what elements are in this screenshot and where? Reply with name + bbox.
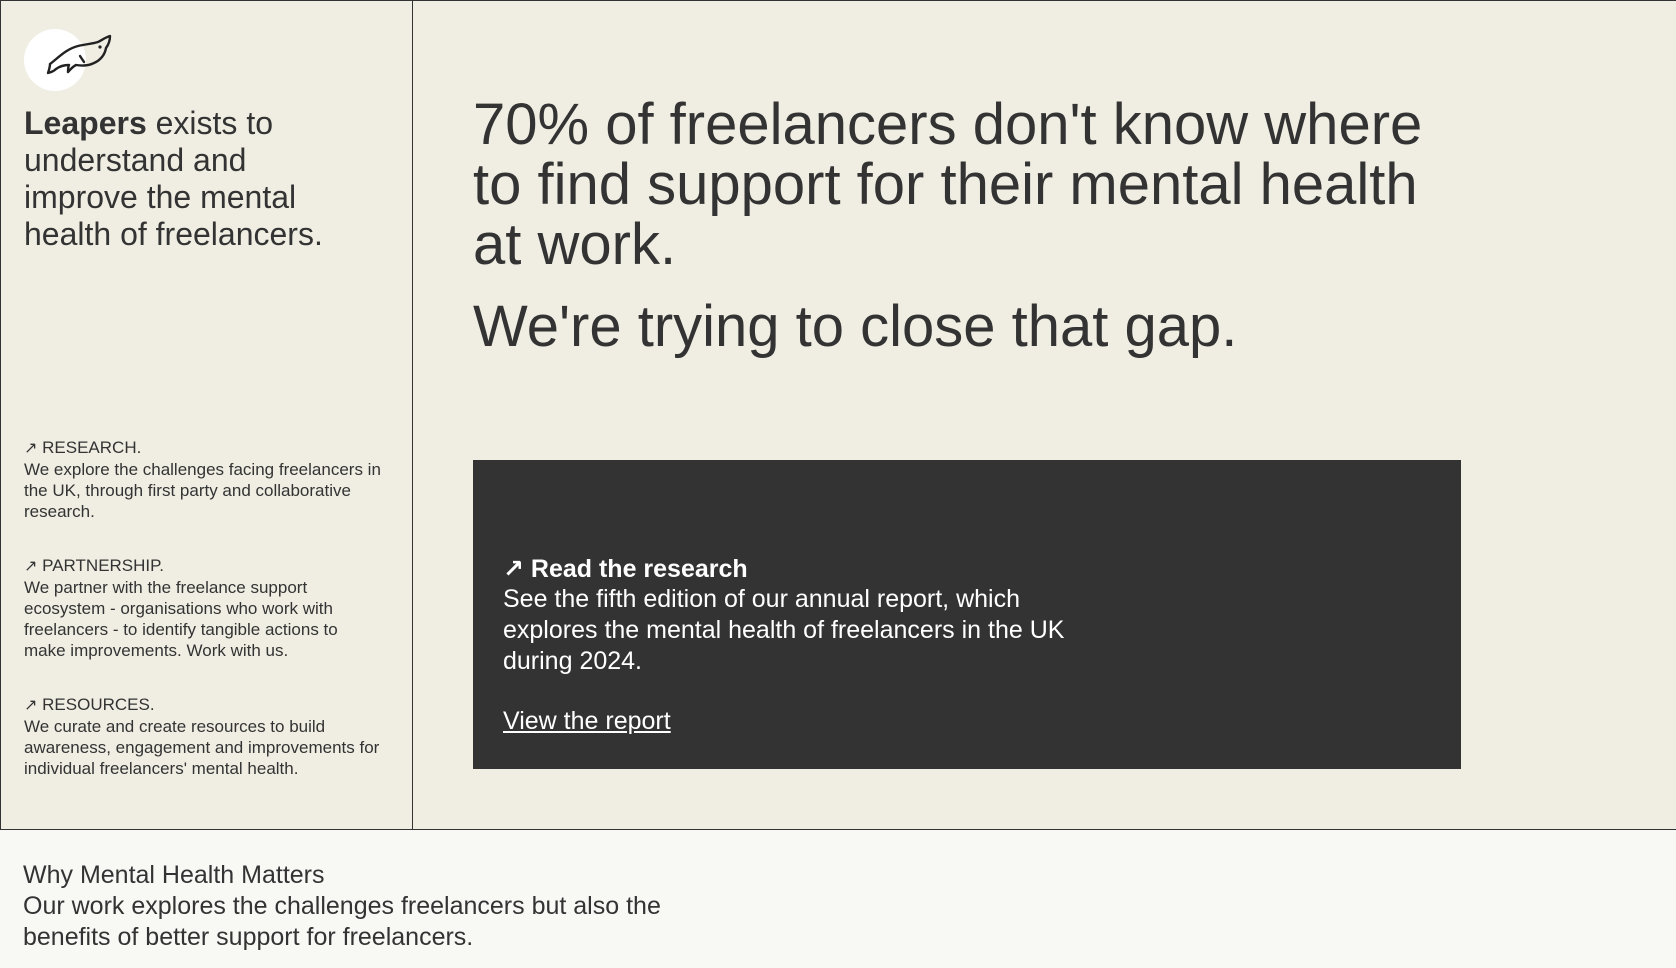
pillar-research: ↗ RESEARCH. We explore the challenges fa…	[24, 437, 384, 522]
arrow-up-right-icon: ↗	[24, 440, 38, 457]
mission-statement: Leapers exists to understand and improve…	[24, 105, 354, 253]
pillars-list: ↗ RESEARCH. We explore the challenges fa…	[24, 437, 384, 812]
pillar-resources: ↗ RESOURCES. We curate and create resour…	[24, 694, 384, 779]
pillar-resources-link[interactable]: ↗ RESOURCES.	[24, 694, 384, 716]
view-report-link[interactable]: View the report	[503, 706, 671, 736]
pillar-research-link[interactable]: ↗ RESEARCH.	[24, 437, 384, 459]
section-title: Why Mental Health Matters	[23, 861, 325, 889]
hero-region: Leapers exists to understand and improve…	[0, 0, 1676, 829]
card-description: See the fifth edition of our annual repo…	[503, 585, 1065, 675]
arrow-up-right-icon: ↗	[24, 558, 38, 575]
logo[interactable]	[24, 29, 112, 91]
pillar-title: RESEARCH.	[42, 438, 142, 457]
pillar-title: RESOURCES.	[42, 695, 155, 714]
pillar-text: We partner with the freelance support ec…	[24, 578, 338, 660]
section-text: Our work explores the challenges freelan…	[23, 892, 661, 951]
card-title[interactable]: ↗ Read the research	[503, 554, 748, 584]
page: Leapers exists to understand and improve…	[0, 0, 1676, 968]
pillar-partnership: ↗ PARTNERSHIP. We partner with the freel…	[24, 555, 384, 661]
pillar-text: We explore the challenges facing freelan…	[24, 460, 381, 521]
page-headline: 70% of freelancers don't know where to f…	[473, 92, 1423, 277]
fish-icon	[46, 34, 112, 75]
brand-name: Leapers	[24, 105, 147, 141]
research-card: ↗ Read the research See the fifth editio…	[473, 460, 1461, 769]
arrow-up-right-icon: ↗	[24, 697, 38, 714]
pillar-text: We curate and create resources to build …	[24, 717, 380, 778]
page-subheadline: We're trying to close that gap.	[473, 294, 1238, 359]
sidebar: Leapers exists to understand and improve…	[1, 1, 413, 829]
why-mental-health-section: Why Mental Health Matters Our work explo…	[0, 829, 1676, 968]
main-content: 70% of freelancers don't know where to f…	[414, 1, 1676, 829]
pillar-partnership-link[interactable]: ↗ PARTNERSHIP.	[24, 555, 384, 577]
pillar-title: PARTNERSHIP.	[42, 556, 165, 575]
